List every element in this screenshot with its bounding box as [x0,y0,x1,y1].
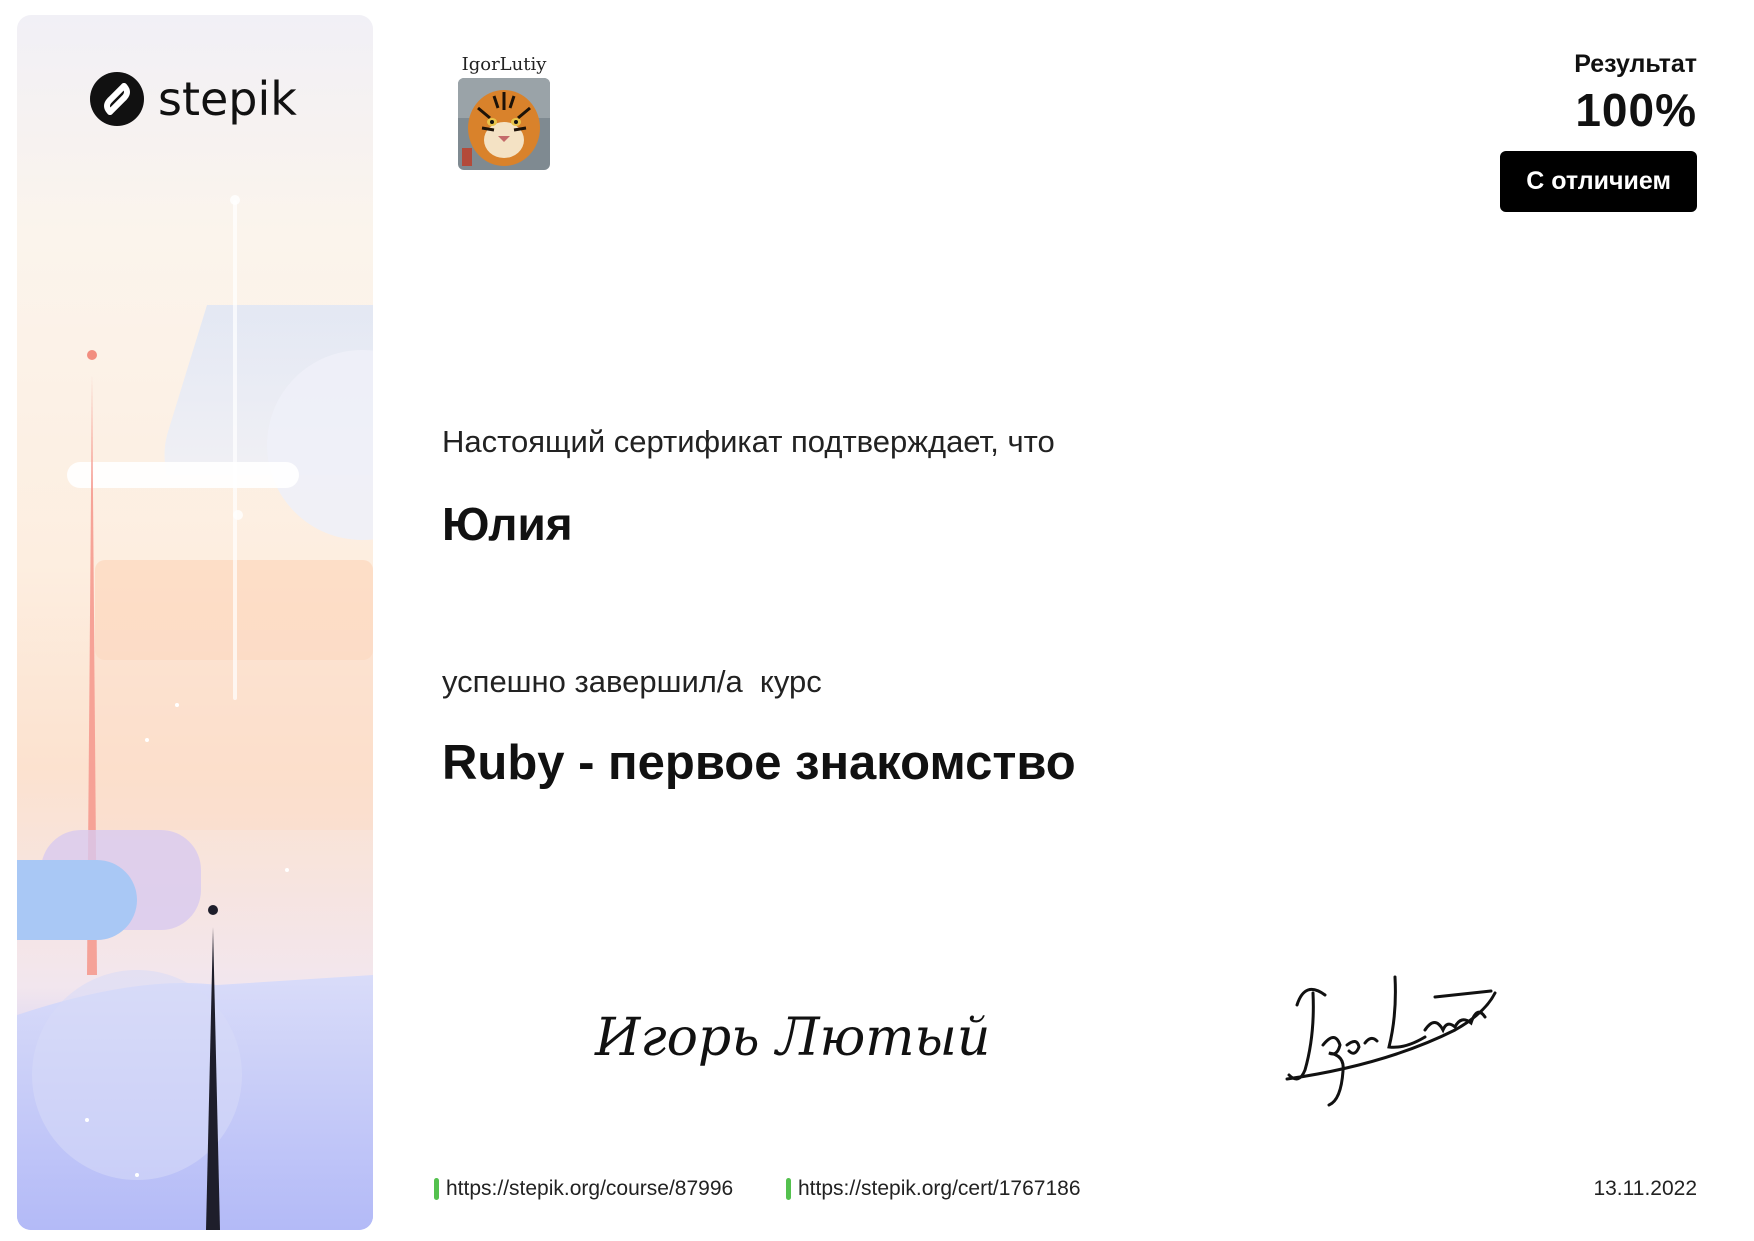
author-display-name: Игорь Лютый [595,1008,991,1068]
result-value: 100% [1575,84,1697,136]
result-block: Результат 100% С отличием [1500,50,1697,212]
tiger-avatar-icon [458,78,550,170]
author-label: IgorLutiy [461,54,547,75]
course-url[interactable]: https://stepik.org/course/87996 [446,1177,733,1201]
brand-name: stepik [158,72,297,126]
side-panel-art [17,195,373,1230]
stepik-logo-icon [90,72,144,126]
stepik-logo: stepik [90,72,297,126]
decorative-side-panel [17,15,373,1230]
completed-text: успешно завершил/а курс [442,664,822,699]
honors-badge: С отличием [1500,151,1697,212]
certificate-intro: Настоящий сертификат подтверждает, что [442,424,1055,459]
result-label: Результат [1574,50,1697,78]
issue-date: 13.11.2022 [1593,1177,1697,1200]
author-avatar-block: IgorLutiy [452,54,556,170]
green-bar-icon [434,1178,439,1200]
handwritten-signature-icon [1285,975,1497,1107]
green-bar-icon [786,1178,791,1200]
cert-url[interactable]: https://stepik.org/cert/1767186 [798,1177,1081,1201]
cert-link[interactable]: https://stepik.org/cert/1767186 [786,1177,1081,1201]
course-title: Ruby - первое знакомство [442,736,1076,790]
student-name: Юлия [442,498,573,550]
course-link[interactable]: https://stepik.org/course/87996 [434,1177,733,1201]
